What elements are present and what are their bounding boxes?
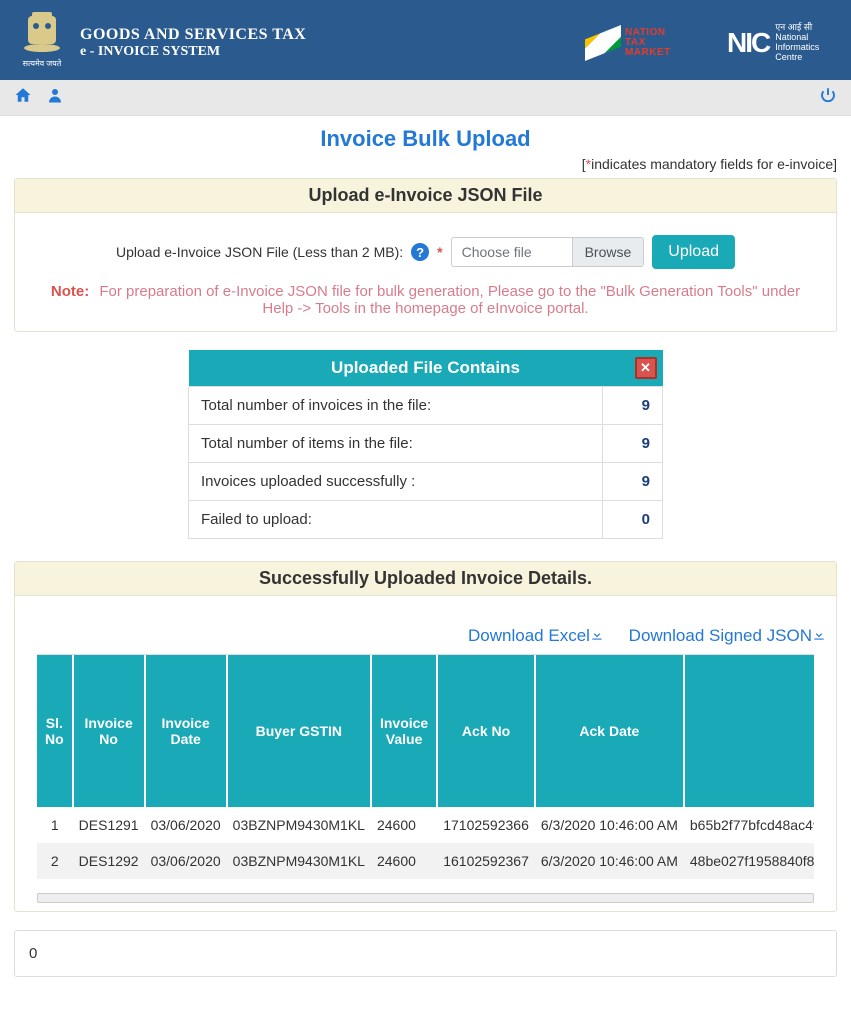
column-header: Invoice No bbox=[73, 655, 145, 807]
summary-label: Failed to upload: bbox=[189, 501, 603, 539]
table-cell: 1 bbox=[37, 807, 73, 843]
header-titles: GOODS AND SERVICES TAX e - INVOICE SYSTE… bbox=[80, 26, 306, 60]
file-input[interactable]: Choose file Browse bbox=[451, 237, 645, 267]
column-header: Invoice Value bbox=[371, 655, 437, 807]
nation-tax-market-logo: NATION TAX MARKET bbox=[585, 23, 715, 63]
table-cell: 03/06/2020 bbox=[145, 843, 227, 879]
download-excel-link[interactable]: Download Excel bbox=[468, 626, 604, 645]
table-row: 2DES129203/06/202003BZNPM9430M1KL2460016… bbox=[37, 843, 814, 879]
header-title-2: e - INVOICE SYSTEM bbox=[80, 44, 306, 60]
home-icon[interactable] bbox=[14, 86, 32, 109]
summary-value: 9 bbox=[603, 463, 663, 501]
table-cell: 03BZNPM9430M1KL bbox=[227, 807, 371, 843]
browse-button[interactable]: Browse bbox=[572, 238, 644, 266]
upload-button[interactable]: Upload bbox=[652, 235, 735, 269]
help-icon[interactable]: ? bbox=[411, 243, 429, 261]
details-panel-header: Successfully Uploaded Invoice Details. bbox=[15, 562, 836, 596]
table-cell: DES1292 bbox=[73, 843, 145, 879]
required-star: * bbox=[437, 244, 442, 260]
table-cell: b65b2f77bfcd48ac498a96c bbox=[684, 807, 814, 843]
table-cell: 24600 bbox=[371, 843, 437, 879]
summary-value: 0 bbox=[603, 501, 663, 539]
upload-note: Note: For preparation of e-Invoice JSON … bbox=[15, 283, 836, 331]
summary-header: Uploaded File Contains ✕ bbox=[189, 350, 663, 387]
upload-panel: Upload e-Invoice JSON File Upload e-Invo… bbox=[14, 178, 837, 332]
app-header: सत्यमेव जयते GOODS AND SERVICES TAX e - … bbox=[0, 0, 851, 80]
summary-row: Total number of invoices in the file:9 bbox=[189, 387, 663, 425]
table-row: 1DES129103/06/202003BZNPM9430M1KL2460017… bbox=[37, 807, 814, 843]
details-scroll[interactable]: Sl. NoInvoice NoInvoice DateBuyer GSTINI… bbox=[37, 654, 814, 885]
table-cell: 03/06/2020 bbox=[145, 807, 227, 843]
table-cell: 6/3/2020 10:46:00 AM bbox=[535, 807, 684, 843]
summary-table: Uploaded File Contains ✕ Total number of… bbox=[188, 350, 663, 539]
summary-row: Invoices uploaded successfully :9 bbox=[189, 463, 663, 501]
summary-label: Invoices uploaded successfully : bbox=[189, 463, 603, 501]
table-cell: 03BZNPM9430M1KL bbox=[227, 843, 371, 879]
power-icon[interactable] bbox=[819, 86, 837, 109]
mandatory-note: [*indicates mandatory fields for e-invoi… bbox=[14, 156, 837, 172]
table-cell: 24600 bbox=[371, 807, 437, 843]
details-panel: Successfully Uploaded Invoice Details. D… bbox=[14, 561, 837, 912]
summary-row: Failed to upload:0 bbox=[189, 501, 663, 539]
column-header bbox=[684, 655, 814, 807]
nic-logo: NIC एन आई सी National Informatics Centre bbox=[727, 23, 837, 63]
page-title: Invoice Bulk Upload bbox=[14, 126, 837, 152]
summary-row: Total number of items in the file:9 bbox=[189, 425, 663, 463]
close-icon[interactable]: ✕ bbox=[635, 357, 657, 379]
horizontal-scrollbar[interactable] bbox=[37, 893, 814, 903]
toolbar bbox=[0, 80, 851, 116]
emblem-caption: सत्यमेव जयते bbox=[23, 58, 62, 69]
details-table: Sl. NoInvoice NoInvoice DateBuyer GSTINI… bbox=[37, 655, 814, 879]
upload-panel-header: Upload e-Invoice JSON File bbox=[15, 179, 836, 213]
column-header: Sl. No bbox=[37, 655, 73, 807]
column-header: Ack Date bbox=[535, 655, 684, 807]
header-title-1: GOODS AND SERVICES TAX bbox=[80, 26, 306, 44]
table-cell: DES1291 bbox=[73, 807, 145, 843]
summary-value: 9 bbox=[603, 425, 663, 463]
table-cell: 6/3/2020 10:46:00 AM bbox=[535, 843, 684, 879]
footer-value-box: 0 bbox=[14, 930, 837, 977]
column-header: Invoice Date bbox=[145, 655, 227, 807]
summary-value: 9 bbox=[603, 387, 663, 425]
national-emblem: सत्यमेव जयते bbox=[14, 8, 70, 78]
upload-label: Upload e-Invoice JSON File (Less than 2 … bbox=[116, 244, 403, 260]
user-icon[interactable] bbox=[46, 86, 64, 109]
file-placeholder: Choose file bbox=[452, 238, 572, 266]
summary-label: Total number of items in the file: bbox=[189, 425, 603, 463]
table-cell: 2 bbox=[37, 843, 73, 879]
download-json-link[interactable]: Download Signed JSON bbox=[629, 626, 826, 645]
table-cell: 16102592367 bbox=[437, 843, 535, 879]
table-cell: 17102592366 bbox=[437, 807, 535, 843]
summary-label: Total number of invoices in the file: bbox=[189, 387, 603, 425]
table-cell: 48be027f1958840f8a2944 bbox=[684, 843, 814, 879]
column-header: Buyer GSTIN bbox=[227, 655, 371, 807]
column-header: Ack No bbox=[437, 655, 535, 807]
